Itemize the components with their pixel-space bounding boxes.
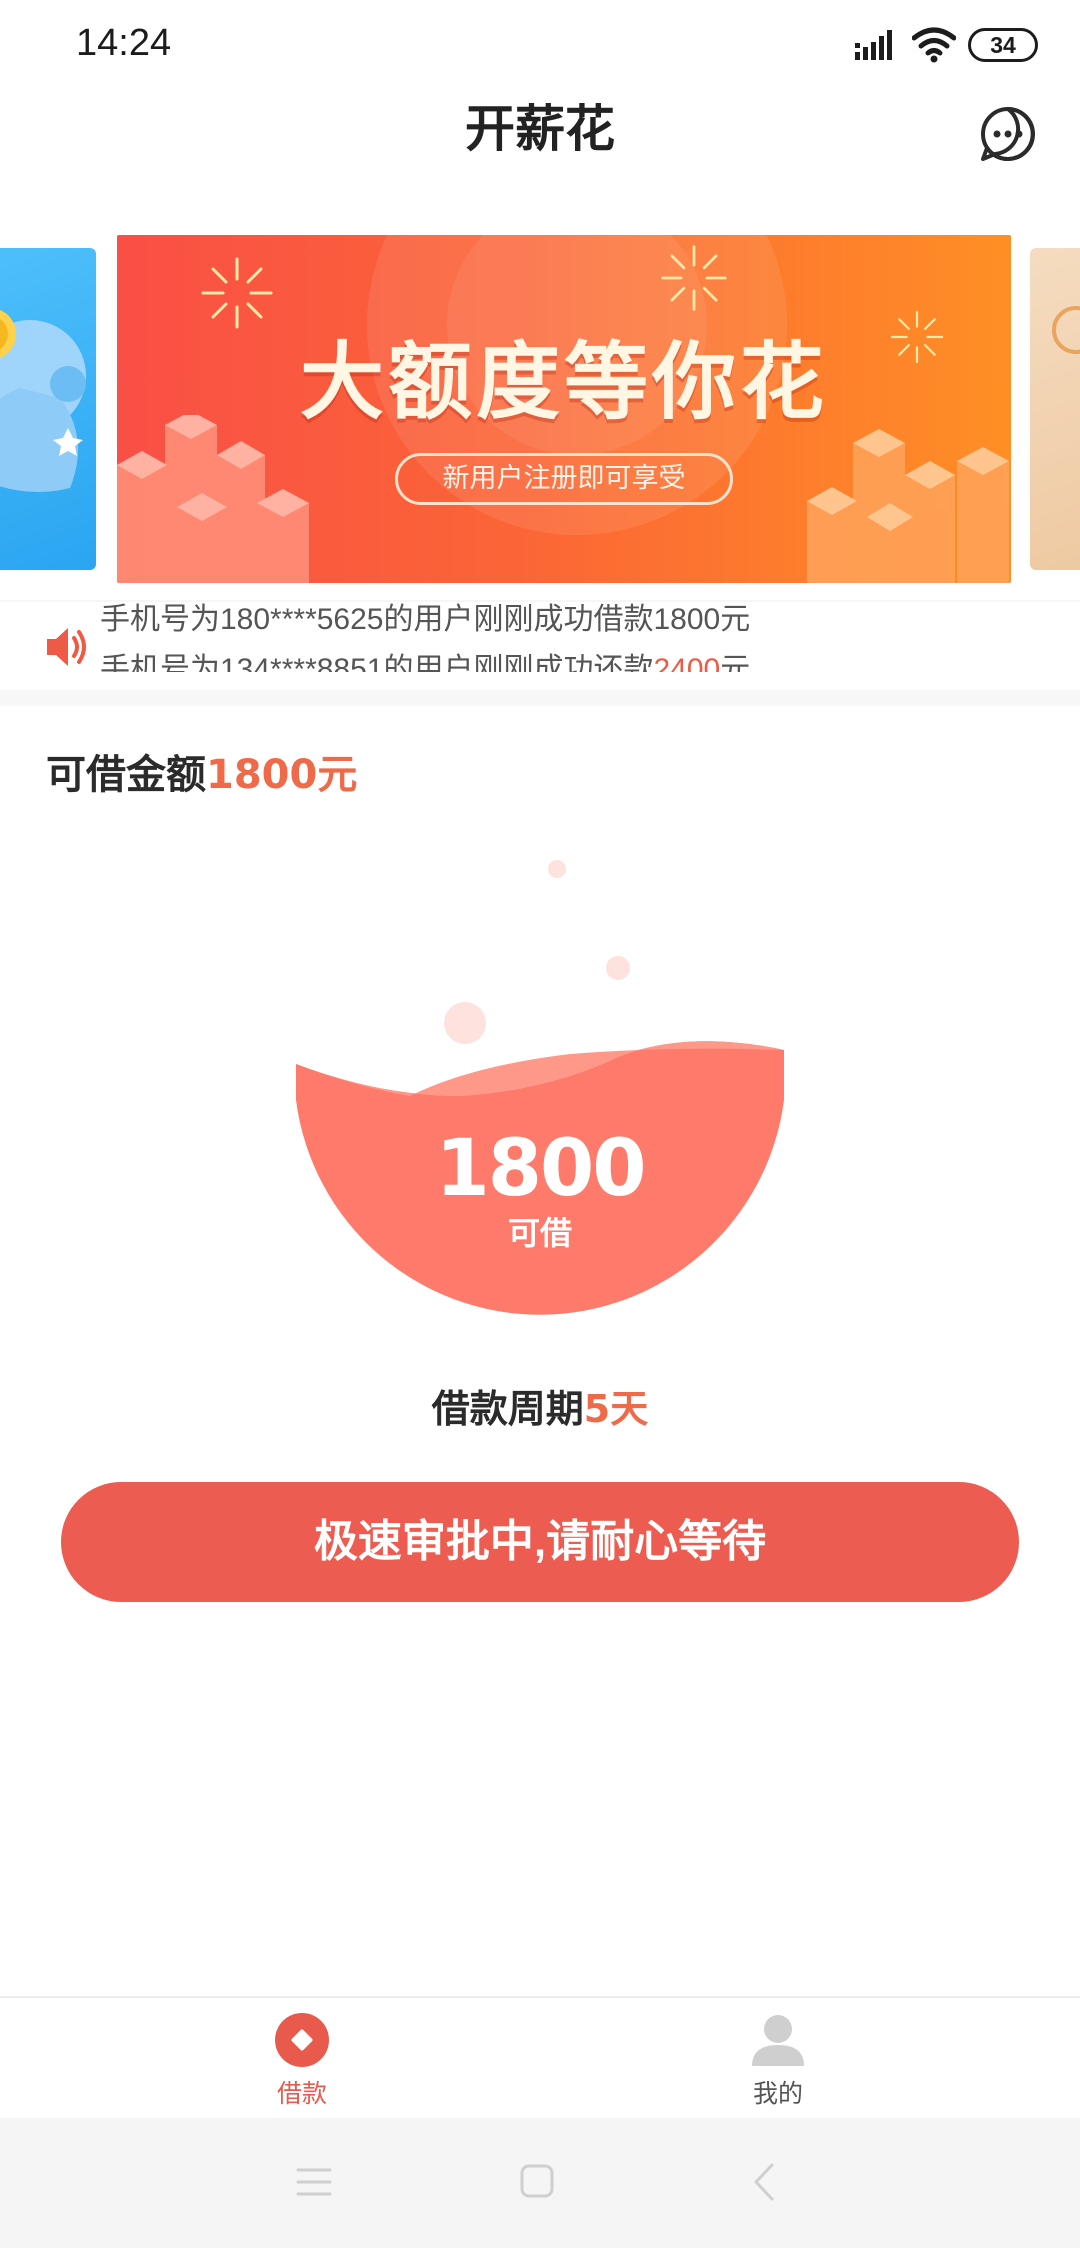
bowl-amount: 1800 xyxy=(435,1124,646,1214)
banner-next-slide[interactable] xyxy=(1030,248,1080,570)
available-amount-label: 可借金额 xyxy=(46,752,206,798)
banner-slide[interactable]: 大额度等你花 新用户注册即可享受 xyxy=(117,235,1011,583)
battery-icon: 34 xyxy=(968,28,1038,62)
back-icon[interactable] xyxy=(752,2162,776,2202)
available-amount: 可借金额1800元 xyxy=(46,742,357,800)
approval-status-button[interactable]: 极速审批中,请耐心等待 xyxy=(61,1482,1019,1602)
available-amount-value: 1800元 xyxy=(206,752,358,798)
ticker-text: 手机号为134****8851的用户刚刚成功还款 xyxy=(100,653,654,672)
home-icon[interactable] xyxy=(520,2164,554,2198)
more-icon[interactable] xyxy=(978,104,1038,164)
notice-ticker: 手机号为180****5625的用户刚刚成功借款1800元 手机号为134***… xyxy=(0,600,1080,690)
ticker-line-previous: 手机号为180****5625的用户刚刚成功借款1800元 xyxy=(100,603,751,636)
status-bar: 14:24 34 xyxy=(0,0,1080,96)
ticker-line-current: 手机号为134****8851的用户刚刚成功还款2400元 xyxy=(100,644,750,672)
system-nav-bar xyxy=(0,2118,1080,2248)
page-title: 开薪花 xyxy=(465,100,615,158)
banner-headline: 大额度等你花 xyxy=(299,333,828,431)
app-header: 开薪花 xyxy=(0,96,1080,228)
banner-prev-slide[interactable] xyxy=(0,248,96,570)
firework-icon xyxy=(661,245,727,311)
loan-period-value: 5天 xyxy=(583,1387,649,1431)
loan-period: 借款周期5天 xyxy=(0,1378,1080,1433)
user-icon xyxy=(752,2015,804,2066)
tab-label: 借款 xyxy=(276,2079,327,2108)
signal-icon xyxy=(855,30,899,66)
bubble xyxy=(606,956,630,980)
loan-icon xyxy=(275,2013,329,2067)
ticker-unit: 元 xyxy=(720,653,751,672)
wifi-icon xyxy=(911,26,957,68)
bowl-label: 可借 xyxy=(507,1214,572,1252)
tab-label: 我的 xyxy=(752,2079,803,2108)
loan-period-label: 借款周期 xyxy=(431,1387,584,1431)
banner-subline: 新用户注册即可享受 xyxy=(395,453,733,505)
tab-bar: 借款 我的 xyxy=(0,1996,1080,2118)
tab-mine[interactable]: 我的 xyxy=(628,1998,928,2120)
section-divider xyxy=(0,690,1080,706)
ticker-amount: 2400 xyxy=(653,653,721,672)
buildings-left-graphic xyxy=(117,415,309,583)
screen: 14:24 34 开薪花 大额度等你花 新用户注册即可享受 手机号为180***… xyxy=(0,0,1080,2248)
bubble xyxy=(548,860,566,878)
tab-loan[interactable]: 借款 xyxy=(152,1998,452,2120)
speaker-icon xyxy=(44,624,88,674)
banner-carousel[interactable]: 大额度等你花 新用户注册即可享受 xyxy=(0,230,1080,590)
buildings-right-graphic xyxy=(807,429,1009,583)
ticker-lines: 手机号为180****5625的用户刚刚成功借款1800元 手机号为134***… xyxy=(100,602,860,672)
status-time: 14:24 xyxy=(76,22,172,64)
menu-icon[interactable] xyxy=(296,2166,332,2198)
